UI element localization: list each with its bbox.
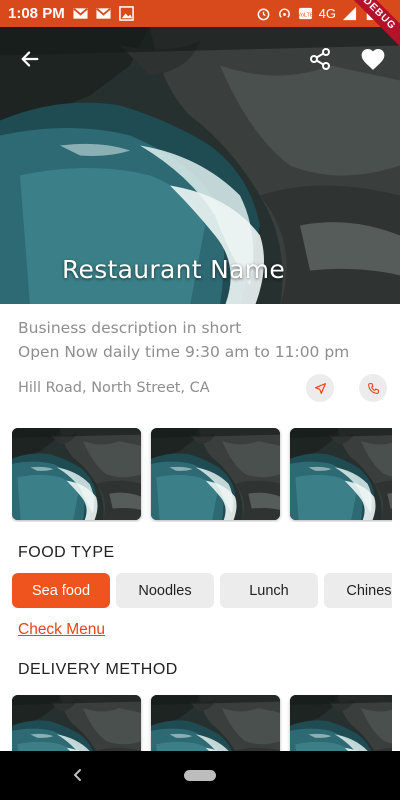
photo-gallery[interactable] — [12, 428, 392, 522]
chip-noodles[interactable]: Noodles — [116, 573, 214, 608]
status-time: 1:08 PM — [8, 5, 65, 22]
food-type-title: FOOD TYPE — [18, 544, 115, 561]
address-text: Hill Road, North Street, CA — [18, 380, 210, 396]
navigate-button[interactable] — [306, 374, 334, 402]
delivery-method-title: DELIVERY METHOD — [18, 661, 178, 678]
navigation-arrow-icon — [314, 382, 326, 394]
svg-text:VoLTE: VoLTE — [298, 12, 313, 18]
share-icon — [310, 48, 330, 70]
business-description: Business description in short — [18, 319, 242, 337]
delivery-photo[interactable] — [290, 695, 392, 755]
call-button[interactable] — [359, 374, 387, 402]
system-navigation-bar — [0, 751, 400, 800]
image-icon — [118, 6, 134, 21]
chip-lunch[interactable]: Lunch — [220, 573, 318, 608]
hero-image: Restaurant Name — [0, 27, 400, 304]
gmail-icon — [96, 8, 111, 19]
chip-sea-food[interactable]: Sea food — [12, 573, 110, 608]
network-type: 4G — [318, 6, 336, 21]
gallery-photo[interactable] — [151, 428, 280, 520]
delivery-photo[interactable] — [151, 695, 280, 755]
gallery-photo[interactable] — [290, 428, 392, 520]
chip-chinese[interactable]: Chinese — [324, 573, 392, 608]
delivery-gallery[interactable] — [12, 695, 392, 755]
alarm-icon — [257, 8, 270, 21]
status-bar: 1:08 PM VoLTE 4G — [0, 0, 400, 27]
address-row: Hill Road, North Street, CA — [18, 372, 390, 404]
back-button[interactable] — [14, 43, 46, 75]
volte-icon: VoLTE — [298, 7, 313, 20]
phone-icon — [367, 382, 379, 394]
signal-icon — [342, 6, 357, 21]
check-menu-link[interactable]: Check Menu — [18, 621, 105, 639]
food-type-chips: Sea food Noodles Lunch Chinese — [12, 573, 392, 609]
gallery-photo[interactable] — [12, 428, 141, 520]
business-info: Business description in short Open Now d… — [18, 316, 349, 364]
system-back-icon[interactable] — [68, 765, 88, 785]
hotspot-icon — [278, 8, 290, 18]
heart-icon — [361, 49, 385, 70]
restaurant-name: Restaurant Name — [62, 255, 286, 284]
favorite-button[interactable] — [357, 43, 389, 75]
gmail-icon — [73, 8, 88, 19]
system-home-pill[interactable] — [184, 770, 216, 781]
share-button[interactable] — [304, 43, 336, 75]
arrow-left-icon — [21, 51, 39, 67]
opening-hours: Open Now daily time 9:30 am to 11:00 pm — [18, 343, 350, 361]
delivery-photo[interactable] — [12, 695, 141, 755]
